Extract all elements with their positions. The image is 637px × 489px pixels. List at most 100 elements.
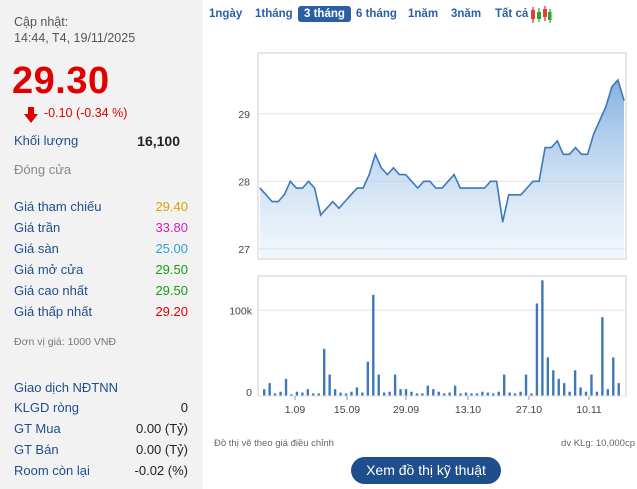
tab-1-year[interactable]: 1năm [408, 8, 438, 20]
volume-bar [355, 387, 359, 396]
volume-bar [595, 391, 599, 396]
volume-value: 16,100 [137, 133, 180, 149]
volume-bar [328, 374, 331, 396]
foreign-row-value: 0.00 (Tỷ) [135, 421, 188, 436]
price-row-value: 29.20 [155, 304, 188, 319]
volume-bar [470, 393, 473, 396]
price-y-tick: 28 [238, 176, 250, 188]
price-point [283, 194, 285, 196]
volume-bar [295, 391, 299, 396]
tab-3-year[interactable]: 3năm [451, 8, 481, 20]
price-point [307, 180, 310, 182]
price-point [587, 153, 589, 155]
price-point [259, 187, 261, 189]
volume-bar [290, 394, 293, 396]
tab-all[interactable]: Tất cả [495, 8, 528, 20]
price-point [447, 180, 449, 182]
foreign-row-value: 0 [180, 400, 188, 415]
volume-bar [530, 393, 533, 396]
price-point [550, 146, 552, 149]
volume-bar [541, 280, 544, 396]
price-point [502, 221, 504, 223]
price-point [338, 207, 340, 209]
volume-bar [279, 391, 282, 396]
volume-bar [546, 357, 550, 396]
tab-1-day[interactable]: 1ngày [209, 8, 242, 20]
foreign-title: Giao dịch NĐTNN [14, 380, 119, 395]
x-tick-label: 1.09 [285, 404, 306, 416]
price-row-value: 33.80 [155, 220, 188, 235]
volume-bar [464, 392, 468, 396]
price-y-tick: 29 [238, 109, 250, 121]
volume-bar [503, 374, 506, 396]
price-point [289, 180, 291, 182]
price-row-label: Giá trần [14, 220, 61, 235]
volume-bar [519, 391, 522, 396]
volume-bar [453, 385, 457, 396]
price-point [508, 194, 510, 196]
foreign-row-label: GT Mua [14, 421, 61, 436]
tab-3-month[interactable]: 3 tháng [298, 6, 351, 22]
price-point [398, 173, 401, 176]
price-row-value: 29.40 [155, 199, 188, 214]
price-point [301, 187, 304, 189]
volume-bar [268, 383, 271, 396]
price-row-value: 25.00 [155, 241, 188, 256]
price-point [326, 207, 328, 209]
volume-bar [317, 393, 320, 396]
volume-label: Khối lượng [14, 133, 79, 148]
price-point [386, 173, 388, 176]
stock-chart: 27 28 29 0 100k 1.09 15.09 29.09 13.10 27.10 10.1… [229, 52, 627, 416]
price-row: Giá cao nhất 29.50 [14, 283, 190, 298]
x-tick-label: 29.09 [393, 404, 419, 416]
volume-bar [366, 361, 370, 396]
price-panel: 27 28 29 [238, 52, 627, 260]
volume-bar [437, 391, 440, 396]
price-point [453, 173, 455, 176]
foreign-row: KLGD ròng 0 [14, 400, 190, 415]
price-point [496, 180, 498, 182]
price-point [417, 187, 419, 189]
volume-bar [459, 393, 462, 396]
volume-bar [475, 393, 479, 396]
tab-1-month[interactable]: 1tháng [255, 8, 293, 20]
x-tick-label: 13.10 [455, 404, 481, 416]
volume-bar [557, 378, 560, 396]
volume-bar [563, 383, 566, 396]
price-point [623, 99, 625, 101]
price-row: Giá trần 33.80 [14, 220, 190, 235]
price-point [271, 200, 273, 203]
volume-bar [339, 392, 342, 396]
view-technical-chart-button[interactable]: Xem đồ thị kỹ thuật [351, 457, 501, 484]
volume-bar [524, 374, 528, 396]
tab-6-month[interactable]: 6 tháng [356, 8, 397, 20]
volume-bar [579, 387, 582, 396]
price-point [514, 194, 516, 196]
volume-bar [568, 391, 571, 396]
volume-bar [263, 389, 266, 396]
candlestick-chart-icon[interactable] [530, 6, 552, 24]
volume-bar [617, 383, 620, 396]
price-point [380, 167, 382, 169]
price-point [611, 86, 613, 88]
foreign-row-value: 0.00 (Tỷ) [135, 442, 188, 457]
foreign-row: GT Mua 0.00 (Tỷ) [14, 421, 190, 436]
volume-panel: 0 100k 1.09 15.09 29.09 13.10 27.10 10.11 [229, 275, 627, 416]
volume-bar [323, 348, 326, 396]
volume-bar [426, 385, 430, 396]
price-point [265, 194, 267, 196]
foreign-row-label: Room còn lại [14, 463, 90, 478]
volume-bar [383, 392, 386, 396]
price-point [538, 180, 540, 182]
price-point [332, 200, 334, 203]
price-point [405, 173, 407, 176]
price-point [368, 173, 370, 176]
price-point [356, 187, 358, 189]
x-tick-label: 15.09 [334, 404, 360, 416]
volume-bar [333, 389, 337, 396]
volume-bar [306, 389, 310, 396]
current-price: 29.30 [12, 60, 110, 102]
volume-bar [410, 391, 413, 396]
down-arrow-icon [24, 107, 38, 123]
volume-bar [513, 393, 517, 396]
